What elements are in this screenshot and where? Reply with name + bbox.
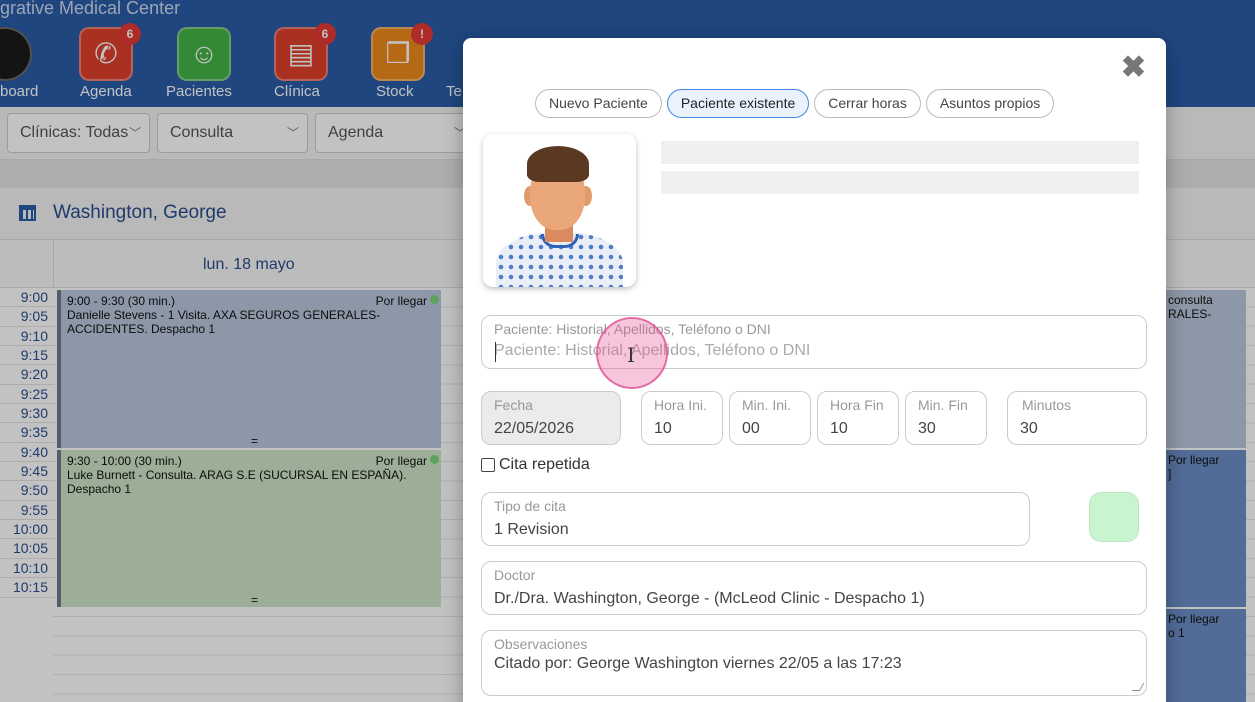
resize-grip-icon[interactable]	[1131, 683, 1145, 691]
minutos-label: Minutos	[1022, 397, 1072, 413]
minutos-field[interactable]: Minutos 30	[1007, 391, 1147, 445]
min-ini-label: Min. Ini.	[742, 397, 792, 413]
min-ini-field[interactable]: Min. Ini. 00	[729, 391, 811, 445]
hora-fin-field[interactable]: Hora Fin 10	[817, 391, 899, 445]
new-appointment-modal: ✖ Nuevo Paciente Paciente existente Cerr…	[463, 38, 1166, 702]
hora-ini-value: 10	[654, 420, 672, 437]
observaciones-field[interactable]: Observaciones Citado por: George Washing…	[481, 630, 1147, 696]
fecha-value: 22/05/2026	[494, 420, 575, 437]
appointment-color-swatch[interactable]	[1089, 492, 1139, 542]
doctor-field[interactable]: Doctor Dr./Dra. Washington, George - (Mc…	[481, 561, 1147, 615]
doctor-label: Doctor	[494, 567, 536, 583]
patient-info-placeholder	[661, 171, 1139, 194]
hora-fin-label: Hora Fin	[830, 397, 884, 413]
fecha-field[interactable]: Fecha 22/05/2026	[481, 391, 621, 445]
cita-repetida-row[interactable]: Cita repetida	[481, 456, 590, 474]
tab-asuntos-propios[interactable]: Asuntos propios	[925, 89, 1055, 118]
hora-ini-label: Hora Ini.	[654, 397, 707, 413]
tab-cerrar-horas[interactable]: Cerrar horas	[814, 89, 921, 118]
cita-repetida-checkbox[interactable]	[481, 458, 495, 472]
min-fin-value: 30	[918, 420, 936, 437]
close-icon[interactable]: ✖	[1121, 50, 1146, 85]
patient-search-input[interactable]	[494, 342, 1114, 360]
observaciones-label: Observaciones	[494, 636, 588, 652]
tab-nuevo-paciente[interactable]: Nuevo Paciente	[535, 89, 662, 118]
patient-name-placeholder	[661, 141, 1139, 164]
text-caret	[495, 342, 496, 362]
doctor-value: Dr./Dra. Washington, George - (McLeod Cl…	[494, 590, 925, 607]
tab-paciente-existente[interactable]: Paciente existente	[666, 89, 810, 118]
tipo-cita-field[interactable]: Tipo de cita 1 Revision	[481, 492, 1030, 546]
tipo-cita-label: Tipo de cita	[494, 498, 566, 514]
text-cursor-icon: I	[627, 343, 635, 367]
minutos-value: 30	[1020, 420, 1038, 437]
avatar-hair	[527, 146, 589, 182]
hora-ini-field[interactable]: Hora Ini. 10	[641, 391, 723, 445]
min-ini-value: 00	[742, 420, 760, 437]
cita-repetida-label: Cita repetida	[499, 456, 590, 473]
tipo-cita-value: 1 Revision	[494, 521, 569, 538]
patient-search-field[interactable]: Paciente: Historial, Apellidos, Teléfono…	[481, 315, 1147, 369]
min-fin-field[interactable]: Min. Fin 30	[905, 391, 987, 445]
fecha-label: Fecha	[494, 397, 533, 413]
hora-fin-value: 10	[830, 420, 848, 437]
min-fin-label: Min. Fin	[918, 397, 968, 413]
modal-tabs: Nuevo Paciente Paciente existente Cerrar…	[535, 89, 1055, 118]
observaciones-value: Citado por: George Washington viernes 22…	[494, 655, 902, 672]
patient-avatar	[483, 134, 636, 287]
